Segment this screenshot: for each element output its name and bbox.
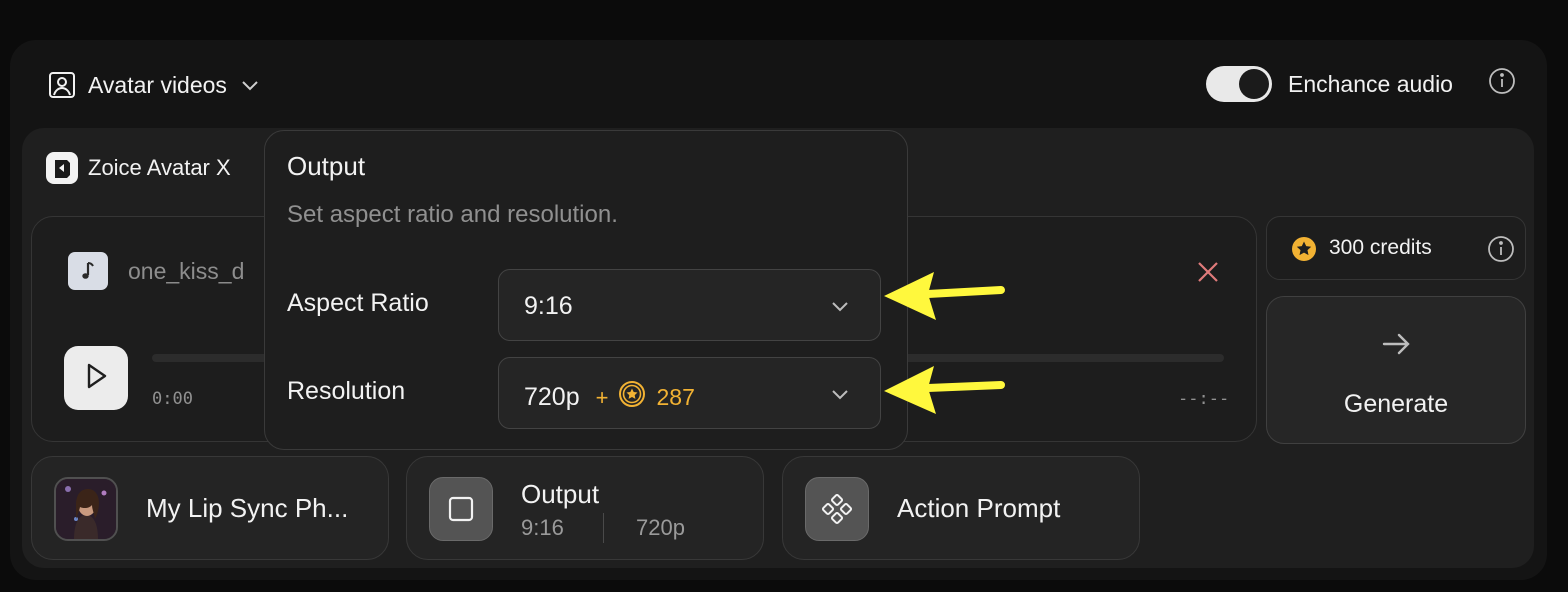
square-icon bbox=[429, 477, 493, 541]
mode-selector[interactable]: Avatar videos bbox=[48, 70, 261, 100]
info-icon[interactable] bbox=[1487, 235, 1515, 268]
four-diamonds-icon bbox=[805, 477, 869, 541]
zoice-logo-icon bbox=[46, 152, 78, 184]
time-start: 0:00 bbox=[152, 389, 193, 409]
action-prompt-label: Action Prompt bbox=[897, 493, 1061, 523]
aspect-ratio-select[interactable]: 9:16 bbox=[498, 269, 881, 341]
annotation-arrow-icon bbox=[884, 272, 1005, 320]
play-button[interactable] bbox=[64, 346, 128, 410]
action-prompt-button[interactable]: Action Prompt bbox=[782, 456, 1140, 560]
star-coin-icon bbox=[1291, 236, 1317, 267]
coin-icon bbox=[618, 380, 646, 415]
chevron-down-icon bbox=[239, 74, 261, 96]
arrow-right-icon bbox=[1380, 327, 1414, 366]
info-icon[interactable] bbox=[1488, 67, 1516, 100]
aspect-ratio-label: Aspect Ratio bbox=[287, 289, 429, 317]
generate-button[interactable]: Generate bbox=[1266, 296, 1526, 444]
model-name: Zoice Avatar X bbox=[88, 155, 231, 180]
resolution-select[interactable]: 720p + 287 bbox=[498, 357, 881, 429]
popover-subtitle: Set aspect ratio and resolution. bbox=[287, 201, 618, 228]
lip-sync-photo-button[interactable]: My Lip Sync Ph... bbox=[31, 456, 389, 560]
chevron-down-icon bbox=[830, 298, 850, 319]
lip-sync-label: My Lip Sync Ph... bbox=[146, 493, 349, 523]
model-selector[interactable]: Zoice Avatar X bbox=[46, 152, 231, 184]
play-icon bbox=[82, 361, 110, 396]
resolution-value: 720p bbox=[524, 383, 580, 411]
generate-label: Generate bbox=[1343, 390, 1449, 418]
popover-title: Output bbox=[287, 151, 366, 181]
plus-sign: + bbox=[595, 384, 609, 410]
output-pill-resolution: 720p bbox=[636, 515, 685, 540]
output-popover: Output Set aspect ratio and resolution. … bbox=[264, 130, 908, 450]
toggle-knob bbox=[1239, 69, 1269, 99]
avatar-thumbnail bbox=[54, 477, 118, 541]
divider bbox=[603, 513, 604, 543]
output-pill-ratio: 9:16 bbox=[521, 515, 564, 540]
credits-amount: 300 bbox=[1329, 236, 1365, 259]
music-note-icon bbox=[68, 252, 108, 290]
resolution-label: Resolution bbox=[287, 377, 406, 405]
output-settings-button[interactable]: Output 9:16 720p bbox=[406, 456, 764, 560]
time-end: --:-- bbox=[1178, 389, 1230, 409]
close-icon[interactable] bbox=[1194, 258, 1222, 291]
mode-label: Avatar videos bbox=[88, 71, 227, 98]
enhance-audio-control: Enchance audio bbox=[1206, 66, 1453, 102]
credits-unit: credits bbox=[1369, 236, 1432, 259]
enhance-audio-toggle[interactable] bbox=[1206, 66, 1272, 102]
aspect-ratio-value: 9:16 bbox=[524, 292, 573, 320]
credits-text: 300 credits bbox=[1329, 236, 1432, 260]
credits-badge: 300 credits bbox=[1266, 216, 1526, 280]
portrait-icon bbox=[48, 71, 76, 99]
chevron-down-icon bbox=[830, 386, 850, 407]
output-pill-title: Output bbox=[521, 479, 600, 509]
annotation-arrow-icon bbox=[884, 366, 1005, 414]
audio-file-name: one_kiss_d bbox=[128, 258, 245, 284]
enhance-audio-label: Enchance audio bbox=[1288, 70, 1453, 97]
resolution-extra-cost: 287 bbox=[656, 384, 695, 410]
